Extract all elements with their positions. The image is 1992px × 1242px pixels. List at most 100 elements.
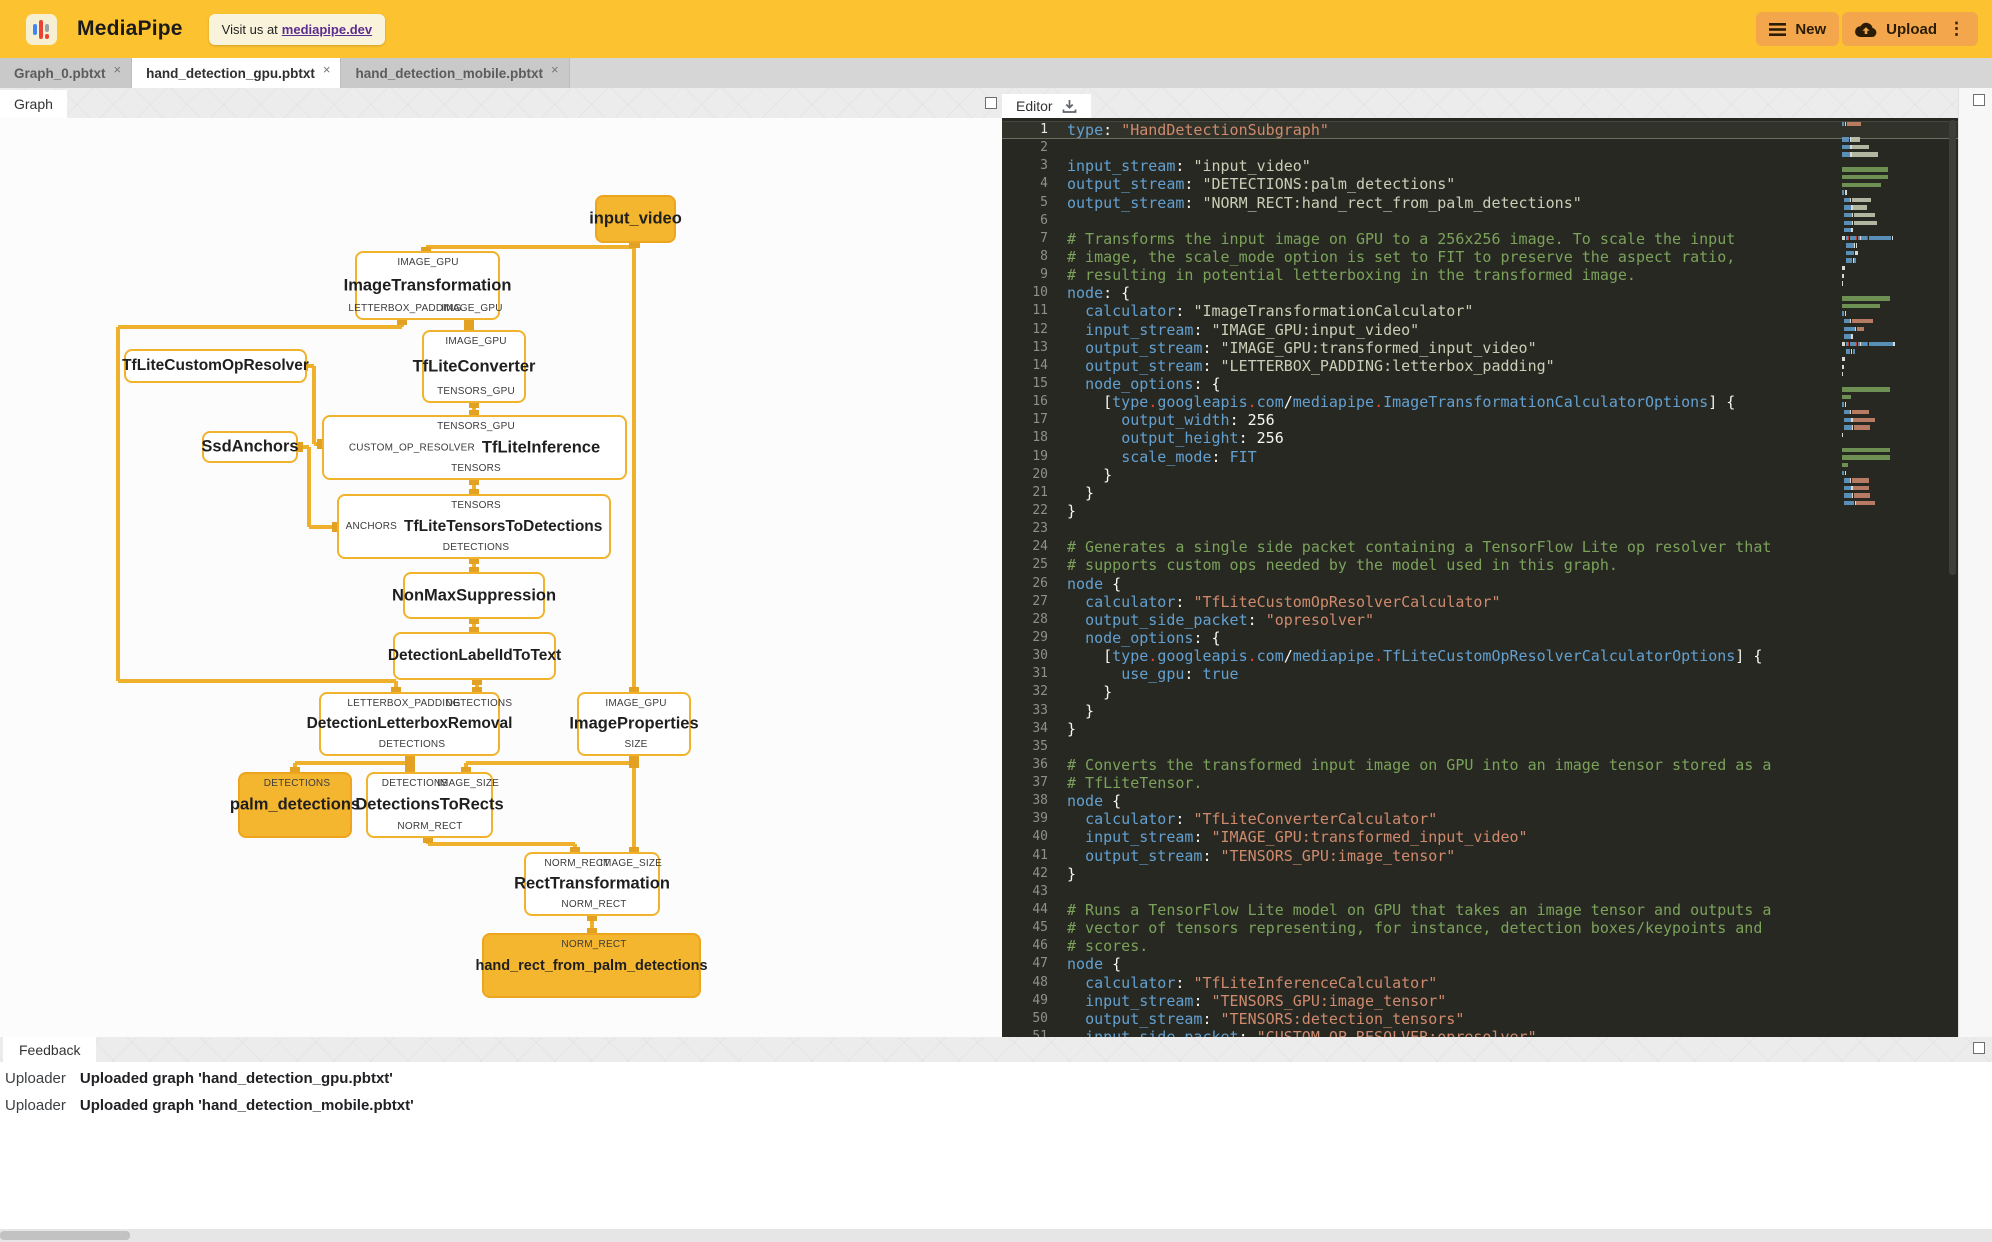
- graph-node-ImageTransformation[interactable]: ImageTransformation IMAGE_GPU LETTERBOX_PA…: [344, 251, 511, 320]
- line-text: node {: [1067, 792, 1122, 811]
- close-tab-icon[interactable]: ×: [114, 62, 122, 77]
- download-icon[interactable]: [1062, 99, 1077, 114]
- more-options-icon[interactable]: ⋮: [1948, 19, 1965, 39]
- code-line-16: 16 [type.googleapis.com/mediapipe.ImageT…: [1002, 393, 1958, 411]
- port-label-LETTERBOX_PADDING: LETTERBOX_PADDING: [347, 698, 461, 709]
- graph-node-RectTransformation[interactable]: RectTransformation NORM_RECT IMAGE_SIZE NOR…: [514, 852, 670, 916]
- expand-graph-panel-icon[interactable]: [985, 97, 997, 109]
- line-text: [1060, 520, 1067, 538]
- line-number: 17: [1032, 412, 1048, 428]
- graph-edge: [118, 679, 396, 683]
- graph-node-palm_detections[interactable]: palm_detections DETECTIONS: [230, 772, 360, 838]
- line-number: 35: [1032, 738, 1048, 754]
- graph-node-TfLiteInference[interactable]: CUSTOM_OP_RESOLVER TfLiteInference TENSORS…: [322, 415, 627, 480]
- code-line-22: 22}: [1002, 502, 1958, 520]
- graph-node-TfLiteCustomOpResolver[interactable]: TfLiteCustomOpResolver: [122, 349, 309, 383]
- graph-node-NonMaxSuppression[interactable]: NonMaxSuppression: [392, 572, 556, 619]
- code-line-44: 44 # Runs a TensorFlow Lite model on GPU …: [1002, 901, 1958, 919]
- visit-chip: Visit us at mediapipe.dev: [208, 13, 386, 45]
- node-title: RectTransformation: [514, 874, 670, 893]
- minimap-line: [1842, 349, 1924, 354]
- line-text: input_stream: "TENSORS_GPU:image_tensor": [1085, 991, 1447, 1010]
- upload-button-label: Upload: [1886, 20, 1937, 38]
- code-line-27: 27 calculator: "TfLiteCustomOpResolverCa…: [1002, 593, 1958, 611]
- node-title: palm_detections: [229, 795, 361, 814]
- line-number: 39: [1032, 811, 1048, 827]
- scroll-thumb[interactable]: [0, 1231, 130, 1240]
- graph-node-DetectionsToRects[interactable]: DetectionsToRects DETECTIONS IMAGE_SIZE NOR…: [355, 772, 504, 838]
- line-text: output_stream: "DETECTIONS:palm_detectio…: [1067, 175, 1456, 194]
- line-number: 11: [1032, 303, 1048, 319]
- minimap-line: [1842, 122, 1924, 127]
- file-tab-Graph_0.pbtxt[interactable]: Graph_0.pbtxt ×: [0, 58, 133, 88]
- graph-node-SsdAnchors[interactable]: SsdAnchors: [201, 431, 299, 463]
- minimap-line: [1842, 265, 1924, 271]
- node-title: DetectionLabelIdToText: [387, 647, 562, 664]
- code-line-9: 9 # resulting in potential letterboxing i…: [1002, 266, 1958, 284]
- code-line-38: 38 node {: [1002, 792, 1958, 810]
- code-line-11: 11 calculator: "ImageTransformationCalcu…: [1002, 302, 1958, 320]
- graph-edge: [426, 245, 635, 249]
- line-text: }: [1067, 483, 1095, 502]
- graph-node-hand_rect_from_palm_detections[interactable]: hand_rect_from_palm_detections NORM_RECT: [475, 933, 708, 998]
- code-line-35: 35: [1002, 738, 1958, 756]
- port-label-IMAGE_GPU: IMAGE_GPU: [441, 303, 503, 314]
- graph-node-TfLiteConverter[interactable]: TfLiteConverter IMAGE_GPU TENSORS_GPU: [413, 330, 535, 403]
- new-button[interactable]: New: [1756, 12, 1840, 46]
- code-line-23: 23: [1002, 520, 1958, 538]
- editor-scrollbar[interactable]: [1949, 120, 1956, 575]
- tab-editor[interactable]: Editor: [1002, 94, 1091, 118]
- close-tab-icon[interactable]: ×: [323, 62, 331, 77]
- line-text: node: {: [1067, 284, 1131, 303]
- graph-node-DetectionLabelIdToText[interactable]: DetectionLabelIdToText: [388, 632, 561, 680]
- line-number: 29: [1032, 629, 1048, 645]
- tab-graph[interactable]: Graph: [0, 90, 67, 118]
- graph-edge: [118, 325, 402, 329]
- line-number: 37: [1032, 775, 1048, 791]
- line-text: # Transforms the input image on GPU to a…: [1067, 229, 1736, 248]
- graph-canvas[interactable]: input_video ImageTransformation IMAGE_GPU L…: [0, 118, 1002, 1037]
- code-line-51: 51 input_side_packet: "CUSTOM_OP_RESOLVE…: [1002, 1028, 1958, 1037]
- tab-feedback[interactable]: Feedback: [3, 1037, 97, 1062]
- expand-editor-panel-icon[interactable]: [1973, 94, 1985, 106]
- horizontal-scrollbar[interactable]: [0, 1229, 1992, 1242]
- expand-feedback-panel-icon[interactable]: [1973, 1042, 1985, 1054]
- code-line-25: 25 # supports custom ops needed by the mo…: [1002, 556, 1958, 574]
- line-text: [1060, 212, 1067, 230]
- port-label-TENSORS_GPU: TENSORS_GPU: [437, 421, 515, 432]
- graph-node-ImageProperties[interactable]: ImageProperties IMAGE_GPU SIZE: [569, 692, 699, 756]
- code-line-14: 14 output_stream: "LETTERBOX_PADDING:let…: [1002, 357, 1958, 375]
- line-text: calculator: "ImageTransformationCalculat…: [1085, 302, 1474, 321]
- minimap-line: [1842, 289, 1924, 293]
- graph-node-DetectionLetterboxRemoval[interactable]: DetectionLetterboxRemoval LETTERBOX_PADDI…: [307, 692, 512, 756]
- code-editor[interactable]: 1 type: "HandDetectionSubgraph" 2 3 input_st…: [1002, 118, 1958, 1037]
- graph-edge: [428, 842, 575, 846]
- cloud-upload-icon: [1855, 22, 1877, 37]
- node-title-row: input_video: [589, 210, 682, 229]
- graph-node-input_video[interactable]: input_video: [589, 195, 682, 243]
- code-line-15: 15 node_options: {: [1002, 375, 1958, 393]
- node-title-row: ImageProperties: [569, 715, 698, 734]
- upload-button[interactable]: Upload ⋮: [1842, 12, 1978, 46]
- code-line-46: 46 # scores.: [1002, 937, 1958, 955]
- line-text: output_stream: "NORM_RECT:hand_rect_from…: [1067, 193, 1582, 212]
- mediapipe-dev-link[interactable]: mediapipe.dev: [282, 22, 372, 37]
- code-line-42: 42}: [1002, 865, 1958, 883]
- node-title: NonMaxSuppression: [391, 586, 557, 604]
- close-tab-icon[interactable]: ×: [551, 62, 559, 77]
- mediapipe-visualizer: MediaPipe Visit us at mediapipe.dev New …: [0, 0, 1992, 1242]
- line-text: # image, the scale_mode option is set to…: [1067, 247, 1736, 266]
- line-number: 7: [1040, 230, 1048, 246]
- minimap[interactable]: [1842, 122, 1924, 508]
- minimap-line: [1842, 197, 1924, 203]
- line-text: }: [1067, 501, 1077, 520]
- file-tab-hand_detection_gpu.pbtxt[interactable]: hand_detection_gpu.pbtxt ×: [132, 58, 342, 88]
- graph-node-TfLiteTensorsToDetections[interactable]: ANCHORS TfLiteTensorsToDetections TENSORS D…: [337, 494, 611, 559]
- line-number: 15: [1032, 375, 1048, 391]
- line-text: output_stream: "LETTERBOX_PADDING:letter…: [1085, 356, 1555, 375]
- code-line-41: 41 output_stream: "TENSORS_GPU:image_ten…: [1002, 847, 1958, 865]
- file-tab-hand_detection_mobile.pbtxt[interactable]: hand_detection_mobile.pbtxt ×: [341, 58, 570, 88]
- graph-edge: [307, 447, 311, 527]
- line-text: # scores.: [1067, 937, 1149, 956]
- minimap-line: [1842, 485, 1924, 491]
